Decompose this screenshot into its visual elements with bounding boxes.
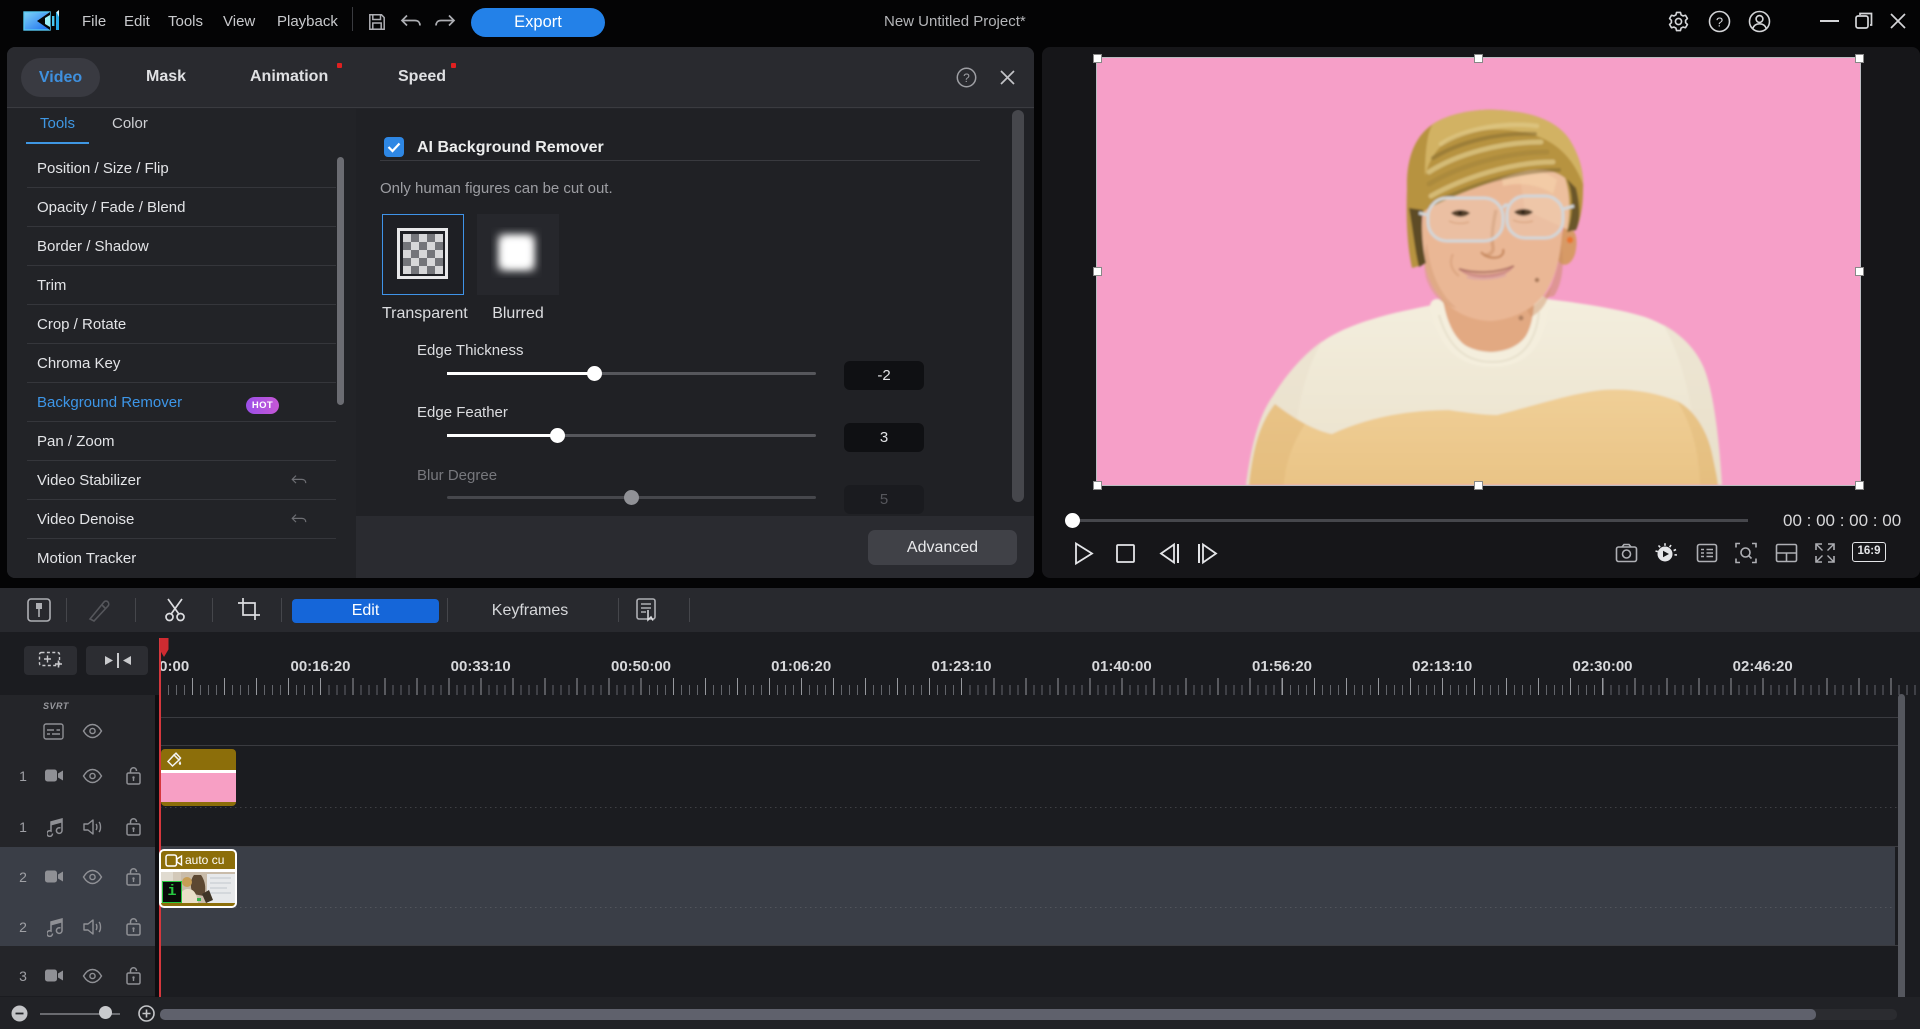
svg-text:?: ? <box>1716 14 1723 29</box>
svg-text:?: ? <box>963 71 970 85</box>
